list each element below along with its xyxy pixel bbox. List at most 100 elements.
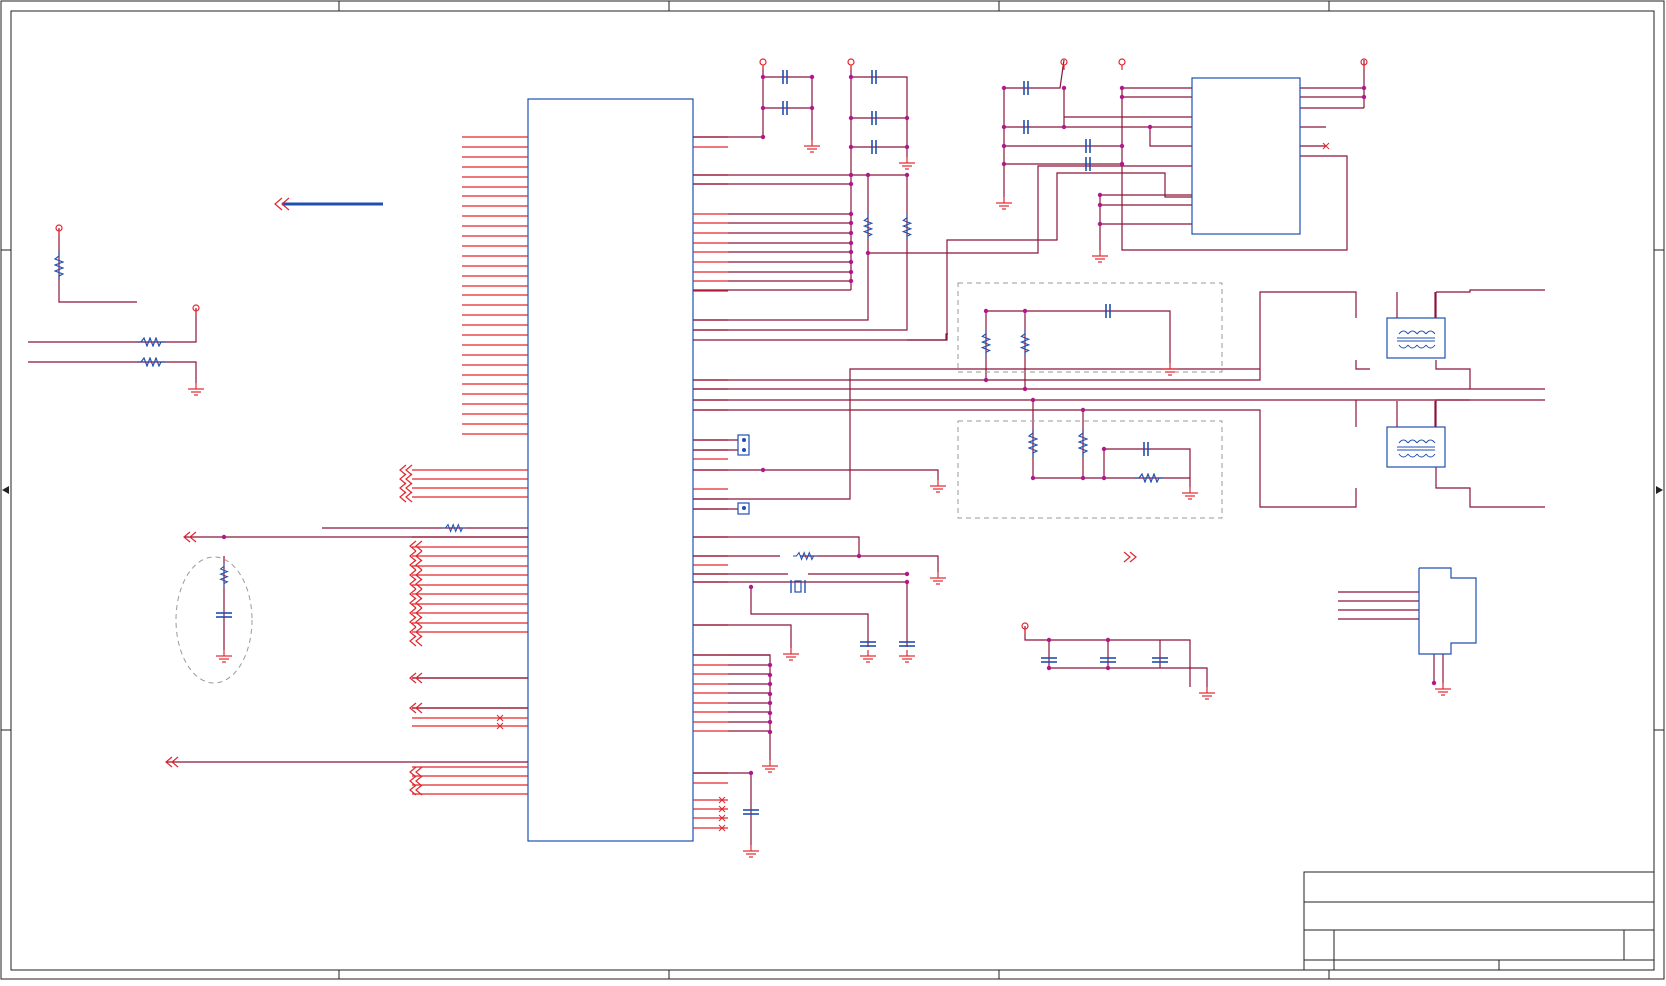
off-page-connectors: [165, 464, 1137, 796]
resistor-icon: [1134, 473, 1164, 483]
junction-dot: [848, 259, 854, 265]
net-wire: [1048, 640, 1208, 687]
ground-icon: [899, 650, 915, 663]
resistor-icon: [137, 337, 165, 347]
junction-dot: [904, 571, 910, 577]
power-port-icon: [1021, 622, 1029, 634]
sheet-frame: [0, 0, 1665, 980]
bus-arrow: [274, 197, 383, 211]
resistor-icon: [54, 251, 64, 281]
net-wire: [693, 175, 869, 321]
off-page-connector-icon: [409, 559, 423, 571]
ground-icon: [804, 140, 820, 153]
schematic-sheet: [0, 0, 1666, 981]
junction-dot: [767, 710, 773, 716]
net-wire: [1004, 59, 1065, 89]
junction-dot: [904, 144, 910, 150]
junction-dot: [865, 172, 871, 178]
junction-dot: [1147, 124, 1153, 130]
net-wire: [693, 67, 764, 138]
junction-dot: [1001, 143, 1007, 149]
no-connect-marks: [496, 142, 1330, 832]
net-wire: [693, 469, 939, 480]
main-ic-left-pins: [412, 136, 528, 795]
junction-dot: [848, 220, 854, 226]
net-wire: [693, 624, 792, 648]
net-wire: [1033, 477, 1191, 487]
net-wire: [28, 308, 197, 343]
ground-icon: [1435, 683, 1451, 696]
off-page-connector-icon: [399, 464, 413, 476]
junction-dot: [1001, 124, 1007, 130]
net-wire: [1149, 127, 1192, 147]
net-wire: [693, 536, 860, 556]
net-wires: [28, 59, 1545, 845]
junction-dot: [767, 672, 773, 678]
junction-dot: [767, 681, 773, 687]
ground-icon: [1162, 363, 1178, 376]
junction-dot: [1030, 397, 1036, 403]
resistor-icon: [1078, 428, 1088, 458]
net-wire: [693, 409, 1357, 508]
net-wire: [800, 555, 939, 572]
net-wire: [986, 310, 1171, 363]
junction-dot: [1022, 386, 1028, 392]
resistor-icon: [219, 563, 229, 587]
net-wire: [1435, 360, 1471, 389]
junction-dot: [1119, 94, 1125, 100]
junction-dot: [1046, 665, 1052, 671]
junction-dot: [848, 115, 854, 121]
junction-dot: [1061, 124, 1067, 130]
junction-dot: [1061, 85, 1067, 91]
junction-dot: [865, 250, 871, 256]
junction-dot: [848, 181, 854, 187]
junction-dot: [1119, 161, 1125, 167]
termination-area-top: [957, 282, 1223, 373]
net-wire: [1104, 448, 1191, 478]
resistor-icon: [902, 214, 912, 240]
resistor-icon: [793, 551, 817, 561]
main-ic: [527, 98, 694, 842]
junction-dot: [904, 115, 910, 121]
ground-icon: [783, 648, 799, 661]
off-page-connector-icon: [1123, 551, 1137, 563]
off-page-connector-icon: [399, 491, 413, 503]
ground-icon: [188, 383, 204, 396]
phy-ic: [1191, 77, 1301, 235]
junction-dot: [1101, 446, 1107, 452]
zone-arrow-right-icon: [1656, 486, 1663, 494]
off-page-connector-icon: [409, 635, 423, 647]
power-port-icon: [1118, 58, 1126, 70]
title-block: [1303, 871, 1655, 971]
ground-icon: [930, 572, 946, 585]
ground-icon: [762, 760, 778, 773]
off-page-connector-icon: [409, 597, 423, 609]
off-page-connector-icon: [409, 540, 423, 552]
net-wire: [693, 654, 771, 760]
net-wire: [1121, 88, 1348, 251]
junction-dot: [760, 467, 766, 473]
junction-dot: [1030, 475, 1036, 481]
ground-icon: [1092, 250, 1108, 263]
net-wire: [750, 587, 869, 647]
junction-dot: [767, 700, 773, 706]
resistor-icon: [1028, 428, 1038, 458]
junction-dot: [760, 105, 766, 111]
junction-dot: [904, 172, 910, 178]
junction-dot: [1046, 637, 1052, 643]
junction-dot: [767, 729, 773, 735]
ground-icon: [860, 650, 876, 663]
junction-dot: [748, 584, 754, 590]
junction-dot: [848, 240, 854, 246]
junction-dot: [1361, 94, 1367, 100]
resistor-icon: [863, 214, 873, 240]
ground-icon: [743, 845, 759, 858]
junction-dot: [1080, 475, 1086, 481]
resistor-icon: [442, 523, 466, 533]
power-port-icon: [847, 58, 855, 70]
ground-icon: [1182, 487, 1198, 500]
junction-dot: [1105, 665, 1111, 671]
junction-dot: [1001, 161, 1007, 167]
net-wire: [1004, 88, 1065, 128]
ground-icon: [1199, 687, 1215, 700]
